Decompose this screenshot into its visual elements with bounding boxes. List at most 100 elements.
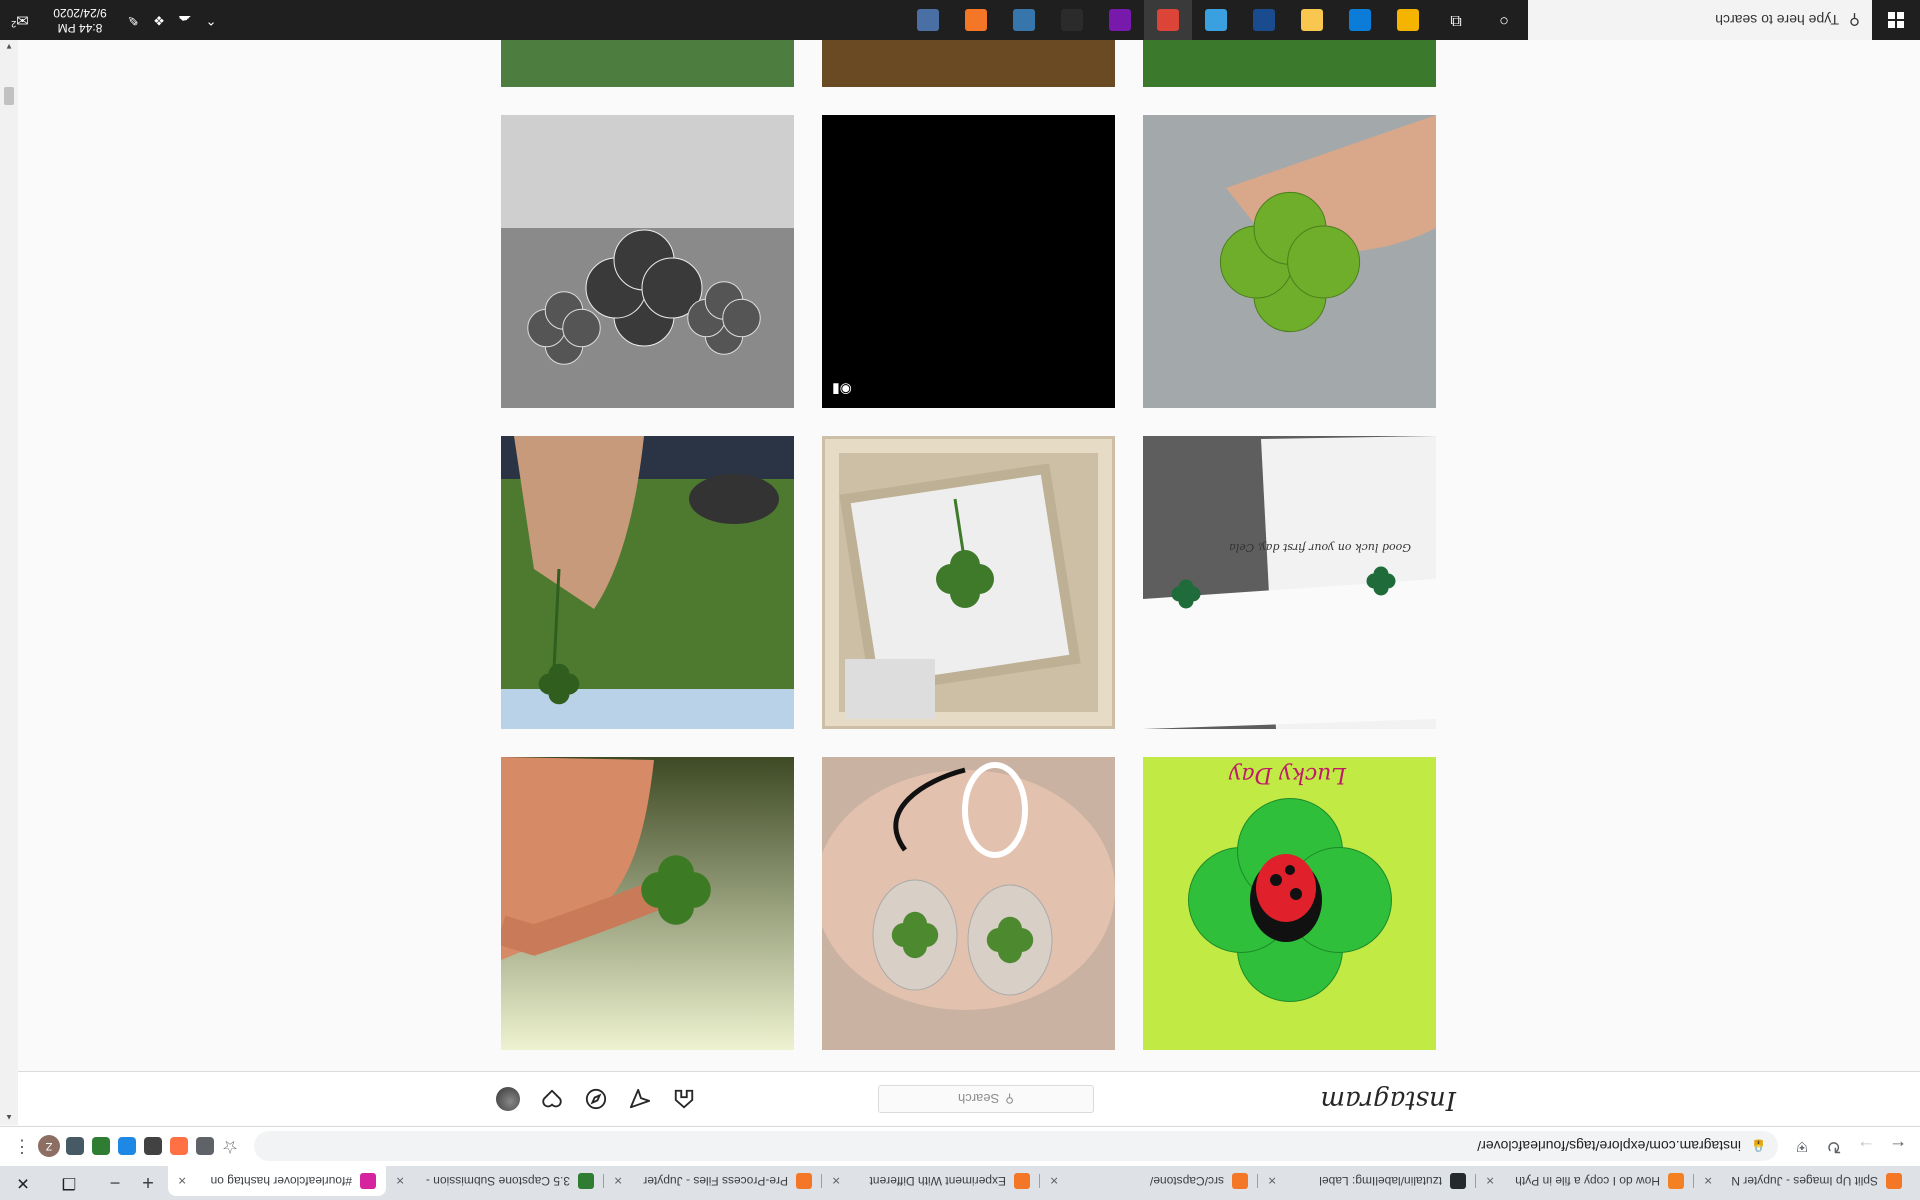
tab-title: Split Up Images - Jupyter N: [1731, 1174, 1878, 1188]
post-bottom-1[interactable]: [1143, 40, 1436, 87]
tab-close-icon[interactable]: ×: [614, 1173, 622, 1189]
start-button[interactable]: [1872, 0, 1920, 40]
browser-toolbar: ← → ↻ ⛨ 🔒 instagram.com/explore/tags/fou…: [0, 1126, 1920, 1166]
browser-tab[interactable]: #fourleafclover hashtag on ×: [168, 1166, 386, 1196]
post-bottom-2[interactable]: Celebrating with: [822, 40, 1115, 87]
edge-browser-icon[interactable]: [1336, 0, 1384, 40]
extensions-area: [66, 1137, 214, 1156]
adobe-substance-icon[interactable]: [1240, 0, 1288, 40]
search-icon: ⚲: [1005, 1092, 1014, 1106]
browser-tab[interactable]: Experiment With Different ×: [822, 1166, 1040, 1196]
pen-icon[interactable]: ✎: [120, 12, 146, 28]
tab-favicon-icon: [1014, 1173, 1030, 1189]
post-clover-closeup[interactable]: [1143, 115, 1436, 408]
browser-tab[interactable]: src/Capstone/ ×: [1040, 1166, 1258, 1196]
jupyter-icon[interactable]: [952, 0, 1000, 40]
tab-title: How do I copy a file in Pyth: [1515, 1174, 1660, 1188]
forward-icon[interactable]: →: [1850, 1131, 1882, 1163]
shield-icon[interactable]: ⛨: [1786, 1131, 1818, 1163]
home-icon[interactable]: [672, 1087, 696, 1111]
explore-icon[interactable]: [584, 1087, 608, 1111]
direct-icon[interactable]: [628, 1087, 652, 1111]
notification-center-icon[interactable]: ✉2: [0, 11, 40, 29]
browser-tab[interactable]: Split Up Images - Jupyter N ×: [1694, 1166, 1912, 1196]
extension-icon[interactable]: [144, 1137, 162, 1156]
browser-tab[interactable]: tzutalin/labelImg: Label ×: [1258, 1166, 1476, 1196]
post-ladybug-clover[interactable]: Lucky Day: [1143, 757, 1436, 1050]
video-camera-icon: ◉▮: [832, 382, 852, 398]
instagram-logo[interactable]: Instagram: [1320, 1085, 1456, 1115]
post-picking-clover[interactable]: [501, 436, 794, 729]
profile-avatar[interactable]: Z: [38, 1135, 60, 1158]
post-framed-clover[interactable]: [822, 436, 1115, 729]
back-icon[interactable]: ←: [1882, 1131, 1914, 1163]
photos-app-icon[interactable]: [1192, 0, 1240, 40]
profile-icon[interactable]: [496, 1087, 520, 1111]
scroll-up-icon[interactable]: ▲: [0, 1111, 18, 1125]
tab-title: src/Capstone/: [1149, 1174, 1224, 1188]
post-clover-earrings[interactable]: [822, 757, 1115, 1050]
onedrive-icon[interactable]: ☁: [172, 12, 198, 28]
office-app-icon[interactable]: [1384, 0, 1432, 40]
video-post-art: [822, 115, 1115, 408]
tab-close-icon[interactable]: ×: [1050, 1173, 1058, 1189]
tab-close-icon[interactable]: ×: [1486, 1173, 1494, 1189]
calculator-icon[interactable]: [904, 0, 952, 40]
chrome-icon[interactable]: [1144, 0, 1192, 40]
celebrating-frame-art: Celebrating with: [822, 40, 1115, 87]
post-hand-clover-sunset[interactable]: [501, 757, 794, 1050]
post-caption-text: Lucky Day: [1228, 762, 1347, 787]
tab-close-icon[interactable]: ×: [1704, 1173, 1712, 1189]
extension-icon[interactable]: [66, 1137, 84, 1156]
tab-close-icon[interactable]: ×: [178, 1173, 186, 1189]
taskbar-search-box[interactable]: ⚲ Type here to search: [1528, 0, 1872, 40]
post-card-good-luck[interactable]: Good luck on your first day, Cela: [1143, 436, 1436, 729]
picking-clover-art: [501, 436, 794, 729]
close-window-icon[interactable]: ✕: [0, 1166, 46, 1200]
python-icon[interactable]: [1000, 0, 1048, 40]
reload-icon[interactable]: ↻: [1818, 1131, 1850, 1163]
instagram-search-input[interactable]: ⚲ Search: [878, 1085, 1094, 1113]
extension-icon[interactable]: [92, 1137, 110, 1156]
tab-close-icon[interactable]: ×: [1268, 1173, 1276, 1189]
tab-close-icon[interactable]: ×: [832, 1173, 840, 1189]
post-bottom-3[interactable]: [501, 40, 794, 87]
scrollbar-thumb[interactable]: [4, 87, 14, 105]
maximize-icon[interactable]: ❐: [46, 1166, 92, 1200]
tab-close-icon[interactable]: ×: [396, 1173, 404, 1189]
browser-tab[interactable]: 3.5 Capstone Submission - ×: [386, 1166, 604, 1196]
search-placeholder: Search: [958, 1091, 1000, 1107]
chevron-up-icon[interactable]: ⌃: [198, 12, 224, 28]
windows-logo-icon: [1888, 12, 1904, 28]
file-explorer-icon[interactable]: [1288, 0, 1336, 40]
extension-icon[interactable]: [170, 1137, 188, 1156]
activity-icon[interactable]: [540, 1087, 564, 1111]
onenote-icon[interactable]: [1096, 0, 1144, 40]
clock[interactable]: 8:44 PM 9/24/2020: [40, 5, 120, 35]
extension-icon[interactable]: [196, 1137, 214, 1156]
tab-favicon-icon: [796, 1173, 812, 1189]
new-tab-button[interactable]: +: [134, 1168, 162, 1196]
instagram-nav: Instagram ⚲ Search: [18, 1071, 1920, 1125]
dropbox-icon[interactable]: ❖: [146, 12, 172, 28]
page-scrollbar[interactable]: ▲ ▼: [0, 40, 18, 1125]
page-viewport: Instagram ⚲ Search Lucky Day Good luck o…: [18, 40, 1920, 1125]
address-bar[interactable]: 🔒 instagram.com/explore/tags/fourleafclo…: [254, 1131, 1778, 1162]
instagram-nav-icons: [496, 1087, 696, 1111]
bookmark-star-icon[interactable]: ☆: [214, 1131, 246, 1163]
terminal-icon[interactable]: [1048, 0, 1096, 40]
browser-tab-strip: Split Up Images - Jupyter N × How do I cop…: [0, 1166, 1920, 1200]
post-bw-clover[interactable]: [501, 115, 794, 408]
browser-tab[interactable]: How do I copy a file in Pyth ×: [1476, 1166, 1694, 1196]
menu-kebab-icon[interactable]: ⋮: [6, 1131, 38, 1163]
windows-taskbar: ⚲ Type here to search ○ ⧉ ⌃ ☁ ❖ ✎ 8:44 PM…: [0, 0, 1920, 40]
cortana-icon[interactable]: ○: [1480, 0, 1528, 40]
scroll-down-icon[interactable]: ▼: [0, 40, 18, 54]
browser-tab[interactable]: Pre-Process Files - Jupyter ×: [604, 1166, 822, 1196]
post-video-black[interactable]: ◉▮: [822, 115, 1115, 408]
tab-title: 3.5 Capstone Submission -: [425, 1174, 570, 1188]
extension-icon[interactable]: [118, 1137, 136, 1156]
card-caption-text: Good luck on your first day, Cela: [1229, 541, 1411, 554]
minimize-icon[interactable]: –: [92, 1166, 138, 1200]
task-view-icon[interactable]: ⧉: [1432, 0, 1480, 40]
